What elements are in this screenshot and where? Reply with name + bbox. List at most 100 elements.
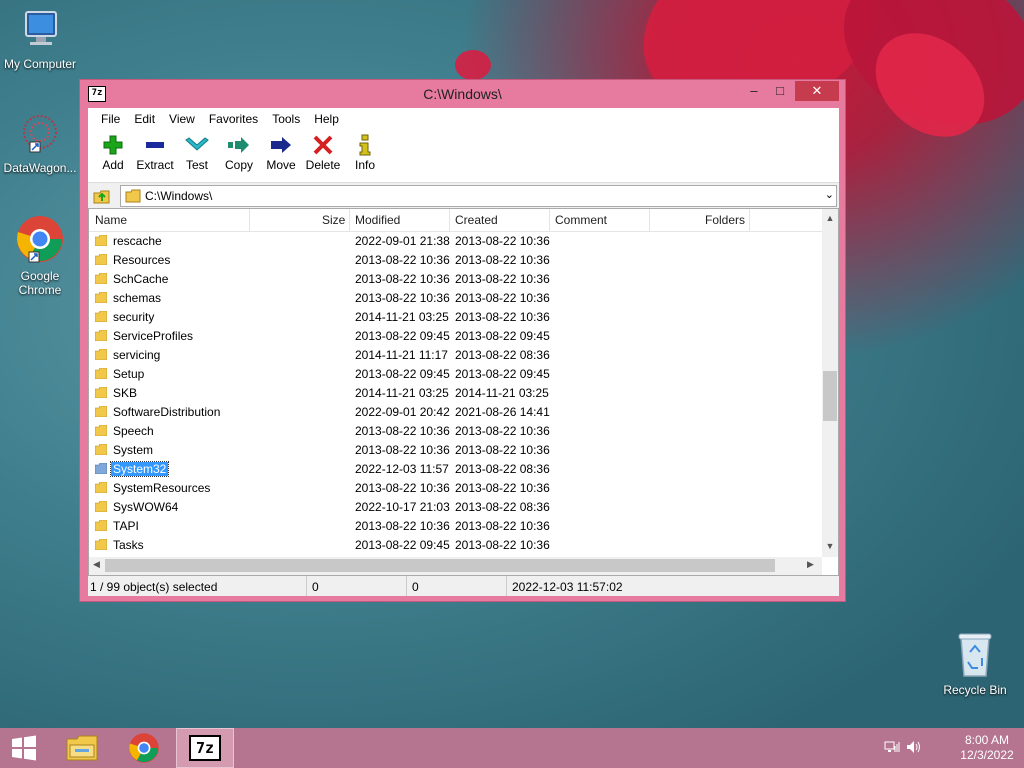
folder-icon <box>95 387 107 398</box>
file-name: security <box>113 310 155 324</box>
minimize-button[interactable]: – <box>741 81 767 101</box>
copy-button[interactable]: Copy <box>218 130 260 172</box>
seven-zip-taskbar-button[interactable]: 7z <box>176 728 234 768</box>
table-row[interactable]: ServiceProfiles 2013-08-22 09:45 2013-08-2… <box>89 327 822 346</box>
table-row[interactable]: Tasks 2013-08-22 09:45 2013-08-22 10:36 <box>89 536 822 555</box>
table-row[interactable]: SchCache 2013-08-22 10:36 2013-08-22 10:36 <box>89 270 822 289</box>
column-created[interactable]: Created <box>455 213 498 227</box>
file-created: 2013-08-22 10:36 <box>455 234 550 248</box>
column-name[interactable]: Name <box>95 213 127 227</box>
table-row[interactable]: servicing 2014-11-21 11:17 2013-08-22 08:3… <box>89 346 822 365</box>
table-row[interactable]: rescache 2022-09-01 21:38 2013-08-22 10:36 <box>89 232 822 251</box>
scroll-left-arrow-icon[interactable]: ◀ <box>93 559 100 570</box>
chevron-down-icon[interactable]: ⌄ <box>825 188 834 201</box>
column-separator[interactable] <box>749 209 750 231</box>
network-icon[interactable] <box>884 740 900 757</box>
column-size[interactable]: Size <box>322 213 345 227</box>
table-row[interactable]: Speech 2013-08-22 10:36 2013-08-22 10:36 <box>89 422 822 441</box>
file-modified: 2013-08-22 10:36 <box>355 481 450 495</box>
taskbar: 7z 8:00 AM 12/3/2022 <box>0 728 1024 768</box>
desktop-icon-my-computer[interactable]: My Computer <box>0 8 80 71</box>
move-button-label: Move <box>266 158 296 172</box>
menu-help[interactable]: Help <box>307 112 346 126</box>
file-name: SoftwareDistribution <box>113 405 221 419</box>
file-modified: 2013-08-22 09:45 <box>355 367 450 381</box>
file-created: 2013-08-22 08:36 <box>455 462 550 476</box>
folder-icon <box>95 292 107 303</box>
extract-button[interactable]: Extract <box>134 130 176 172</box>
desktop-icon-google-chrome[interactable]: Google Chrome <box>0 214 80 297</box>
column-separator[interactable] <box>449 209 450 231</box>
column-modified[interactable]: Modified <box>355 213 400 227</box>
status-separator <box>406 576 407 596</box>
file-created: 2013-08-22 10:36 <box>455 481 550 495</box>
file-modified: 2022-09-01 21:38 <box>355 234 450 248</box>
up-folder-button[interactable] <box>91 185 113 207</box>
column-comment[interactable]: Comment <box>555 213 607 227</box>
table-row[interactable]: Setup 2013-08-22 09:45 2013-08-22 09:45 <box>89 365 822 384</box>
table-row[interactable]: SKB 2014-11-21 03:25 2014-11-21 03:25 <box>89 384 822 403</box>
file-name: Speech <box>113 424 154 438</box>
folder-icon <box>95 254 107 265</box>
file-name: TAPI <box>113 519 139 533</box>
path-combobox[interactable]: C:\Windows\ ⌄ <box>120 185 837 207</box>
table-row[interactable]: System 2013-08-22 10:36 2013-08-22 10:36 <box>89 441 822 460</box>
chrome-taskbar-button[interactable] <box>116 728 172 768</box>
volume-icon[interactable] <box>906 740 922 757</box>
file-created: 2013-08-22 10:36 <box>455 272 550 286</box>
table-row[interactable]: TAPI 2013-08-22 10:36 2013-08-22 10:36 <box>89 517 822 536</box>
datawagon-icon <box>0 112 80 159</box>
column-separator[interactable] <box>249 209 250 231</box>
horizontal-scrollbar[interactable]: ◀ ▶ <box>89 557 822 575</box>
menu-favorites[interactable]: Favorites <box>202 112 265 126</box>
info-button[interactable]: Info <box>344 130 386 172</box>
close-button[interactable]: ✕ <box>795 81 839 101</box>
move-button[interactable]: Move <box>260 130 302 172</box>
delete-button[interactable]: Delete <box>302 130 344 172</box>
column-separator[interactable] <box>649 209 650 231</box>
table-row[interactable]: SystemResources 2013-08-22 10:36 2013-08-2… <box>89 479 822 498</box>
double-arrow-right-icon <box>218 134 260 156</box>
file-manager-window[interactable]: 7z C:\Windows\ – □ ✕ File Edit View Favo… <box>79 79 846 602</box>
menu-file[interactable]: File <box>94 112 127 126</box>
vertical-scrollbar[interactable]: ▲ ▼ <box>822 209 838 557</box>
scroll-right-arrow-icon[interactable]: ▶ <box>807 559 814 570</box>
test-button[interactable]: Test <box>176 130 218 172</box>
file-modified: 2013-08-22 10:36 <box>355 424 450 438</box>
maximize-button[interactable]: □ <box>767 81 793 101</box>
start-button[interactable] <box>0 728 48 768</box>
menu-view[interactable]: View <box>162 112 202 126</box>
desktop-icon-recycle-bin[interactable]: Recycle Bin <box>935 630 1015 697</box>
folder-icon <box>66 735 98 761</box>
column-separator[interactable] <box>549 209 550 231</box>
table-row[interactable]: SoftwareDistribution 2022-09-01 20:42 2021… <box>89 403 822 422</box>
table-row[interactable]: schemas 2013-08-22 10:36 2013-08-22 10:36 <box>89 289 822 308</box>
file-name: Tasks <box>113 538 144 552</box>
column-separator[interactable] <box>349 209 350 231</box>
horizontal-scroll-thumb[interactable] <box>105 559 775 572</box>
file-modified: 2013-08-22 10:36 <box>355 272 450 286</box>
file-created: 2013-08-22 08:36 <box>455 348 550 362</box>
scroll-up-arrow-icon[interactable]: ▲ <box>822 213 838 223</box>
file-name: System32 <box>109 461 170 477</box>
file-list[interactable]: Name Size Modified Created Comment Folde… <box>88 208 839 576</box>
add-button[interactable]: Add <box>92 130 134 172</box>
table-row[interactable]: Resources 2013-08-22 10:36 2013-08-22 10:3… <box>89 251 822 270</box>
add-button-label: Add <box>102 158 124 172</box>
file-modified: 2013-08-22 09:45 <box>355 329 450 343</box>
menu-edit[interactable]: Edit <box>127 112 162 126</box>
table-row[interactable]: security 2014-11-21 03:25 2013-08-22 10:36 <box>89 308 822 327</box>
system-tray: 8:00 AM 12/3/2022 <box>884 728 1024 768</box>
file-explorer-taskbar-button[interactable] <box>54 728 110 768</box>
clock[interactable]: 8:00 AM 12/3/2022 <box>958 733 1016 763</box>
table-row[interactable]: SysWOW64 2022-10-17 21:03 2013-08-22 08:36 <box>89 498 822 517</box>
scroll-down-arrow-icon[interactable]: ▼ <box>822 541 838 551</box>
desktop-icon-datawagon[interactable]: DataWagon... <box>0 112 80 175</box>
status-size: 0 <box>312 580 319 594</box>
column-folders[interactable]: Folders <box>705 213 745 227</box>
table-row-selected[interactable]: System32 2022-12-03 11:57 2013-08-22 08:36 <box>89 460 822 479</box>
title-bar[interactable]: 7z C:\Windows\ – □ ✕ <box>80 80 845 108</box>
menu-tools[interactable]: Tools <box>265 112 307 126</box>
vertical-scroll-thumb[interactable] <box>823 371 837 421</box>
info-button-label: Info <box>354 158 375 172</box>
